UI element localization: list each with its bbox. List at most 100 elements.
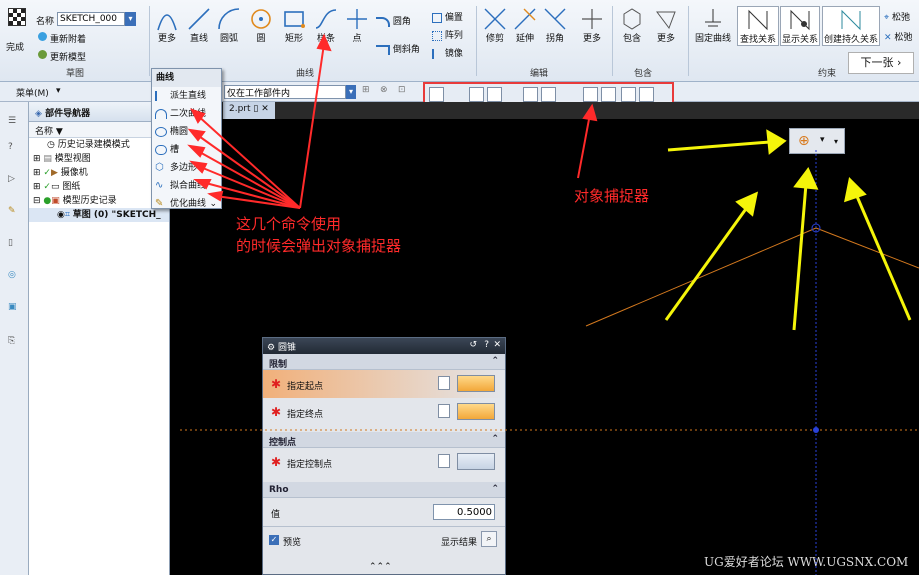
tree-item[interactable]: ⊞ ✓▭ 图纸 [29,180,169,194]
name-column[interactable]: 名称 [35,127,53,137]
start-point-row[interactable]: ✱ 指定起点 [263,370,505,398]
line-button[interactable]: 直线 [186,6,212,44]
palette-tab-icon[interactable]: ▣ [8,302,17,312]
section-rho[interactable]: Rho ⌃ [263,482,505,498]
point-button[interactable]: 点 [344,6,370,44]
update-model-button[interactable]: 更新模型 [50,50,86,63]
expand-icon[interactable]: ⊞ [33,154,43,164]
point-dialog-button[interactable] [438,376,450,390]
extend-button[interactable]: 延伸 [512,6,538,44]
fixed-curve-button[interactable]: 固定曲线 [692,6,734,44]
rectangle-button[interactable]: 矩形 [280,6,308,44]
control-point-row[interactable]: ✱ 指定控制点 [263,448,505,476]
menu-item-derived-lines[interactable]: 派生直线 [152,87,221,105]
floating-snap-selector[interactable]: ⊕ ▾ ▾ [789,128,845,154]
next-page-button[interactable]: 下一张 › [848,52,914,74]
trim-button[interactable]: 修剪 [482,6,508,44]
menu-item-ellipse[interactable]: 椭圆 [152,123,221,141]
snap-selector-button[interactable] [457,403,495,420]
find-relations-button[interactable]: 查找关系 [737,6,779,46]
snap-intersection-icon[interactable] [541,87,556,102]
snap-on-curve-icon[interactable] [639,87,654,102]
tree-item[interactable]: ⊟ ●▣ 模型历史记录 [29,194,169,208]
spline-button[interactable]: 样条 [312,6,340,44]
preview-checkbox[interactable]: ✓ [269,535,279,545]
expand-icon[interactable]: ⊞ [33,182,43,192]
navigator-tab-icon[interactable]: ☰ [8,116,16,126]
snap-selector-button[interactable] [457,375,495,392]
menu-item-conic[interactable]: 二次曲线 [152,105,221,123]
relax-button-1[interactable]: ⌖ 松弛 [884,10,910,23]
tab-2prt[interactable]: 2.prt ▯ ✕ [223,102,275,119]
close-icon[interactable]: ✕ [261,104,269,114]
chevron-down-icon[interactable]: ▾ [820,135,825,145]
chevron-up-icon[interactable]: ⌃ [491,434,499,444]
snap-center-icon[interactable] [583,87,598,102]
chevron-up-icon[interactable]: ⌃ [491,356,499,366]
sort-chevron-down-icon[interactable]: ▼ [56,127,63,137]
offset-button[interactable]: 偏置 [432,10,463,23]
menu-item-polygon[interactable]: ⬡ 多边形 [152,159,221,177]
menu-button[interactable]: 菜单(M) [16,86,49,99]
point-dialog-button[interactable] [438,454,450,468]
reattach-button[interactable]: 重新附着 [50,32,86,45]
relax-button-2[interactable]: ✕ 松弛 [884,30,912,43]
show-relations-button[interactable]: 显示关系 [780,6,820,46]
snap-endpoint-icon[interactable] [469,87,484,102]
mirror-button[interactable]: 镜像 [432,46,463,59]
filter-dropdown-button[interactable]: ▾ [346,85,356,99]
section-limits[interactable]: 限制 ⌃ [263,354,505,370]
play-tab-icon[interactable]: ▷ [8,174,15,184]
snap-quadrant-icon[interactable] [601,87,616,102]
menu-item-fit-curve[interactable]: ∿ 拟合曲线 [152,177,221,195]
tree-item[interactable]: ⊞ ✓▶ 摄像机 [29,166,169,180]
dialog-titlebar[interactable]: ⚙ 圆锥 ↺ ? ✕ [263,338,505,354]
reset-icon[interactable]: ↺ [469,340,477,350]
rho-value-field[interactable] [433,504,495,520]
history-tab-icon[interactable]: ? [8,142,13,152]
expand-icon[interactable]: ⊞ [33,168,43,178]
close-icon[interactable]: ✕ [493,340,501,350]
snap-control-icon[interactable] [523,87,538,102]
snap-midpoint-icon[interactable] [487,87,502,102]
show-result-button[interactable]: ⌕ [481,531,497,547]
tree-item[interactable]: ⊞ ▤ 模型视图 [29,152,169,166]
select-icon[interactable]: ⊗ [380,85,388,95]
snap-selector-button[interactable] [457,453,495,470]
snap-existing-point-icon[interactable] [621,87,636,102]
help-icon[interactable]: ? [484,340,489,350]
roles-tab-icon[interactable]: ⎘ [8,336,15,346]
array-button[interactable]: 阵列 [432,28,463,41]
gear-icon[interactable]: ⚙ [267,343,278,353]
snap-point-icon[interactable]: ⊕ [798,133,810,149]
pen-tab-icon[interactable]: ✎ [8,206,16,216]
more-curve-button[interactable]: 更多 [153,6,181,44]
menu-item-optimize-curve[interactable]: ✎ 优化曲线 ⌄ [152,195,221,213]
include-button[interactable]: 包含 [618,6,646,44]
sketch-name-field[interactable] [57,12,125,26]
menu-item-slot[interactable]: 槽 [152,141,221,159]
more-include-button[interactable]: 更多 [652,6,680,44]
snap-point-icon[interactable] [429,87,444,102]
finish-sketch-icon[interactable] [8,8,26,26]
point-dialog-button[interactable] [438,404,450,418]
chevron-down-icon[interactable]: ⌄ [209,195,217,213]
clip-tab-icon[interactable]: ▯ [8,238,13,248]
select-icon[interactable]: ⊡ [398,85,406,95]
chevron-down-icon[interactable]: ▾ [834,137,838,146]
corner-button[interactable]: 拐角 [542,6,568,44]
tree-item[interactable]: ◷ 历史记录建模模式 [29,138,169,152]
menu-chevron-down-icon[interactable]: ▾ [56,86,61,96]
tree-item[interactable]: ◉⌗ 草图 (0) "SKETCH_ [29,208,169,222]
fillet-button[interactable]: 圆角 [376,14,411,27]
more-edit-button[interactable]: 更多 [578,6,606,44]
expand-more-chevron-icon[interactable]: ⌃⌃⌃ [369,562,392,572]
web-tab-icon[interactable]: ◎ [8,270,16,280]
navigator-column-header[interactable]: 名称 ▼ [29,122,169,138]
chamfer-button[interactable]: 倒斜角 [376,42,420,55]
section-control-point[interactable]: 控制点 ⌃ [263,432,505,448]
selection-filter-field[interactable] [224,85,346,99]
create-persistent-button[interactable]: 创建持久关系 [822,6,880,46]
chevron-up-icon[interactable]: ⌃ [491,484,499,494]
circle-button[interactable]: 圆 [248,6,274,44]
